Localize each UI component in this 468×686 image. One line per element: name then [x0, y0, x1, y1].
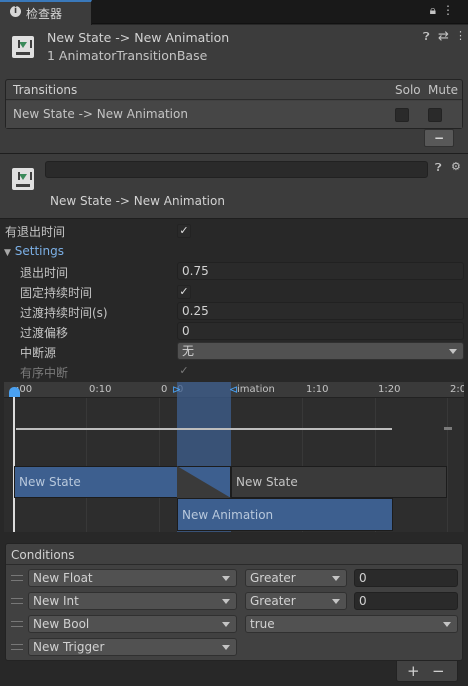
tick-label: 1:10	[306, 384, 329, 395]
condition-value-field[interactable]: 0	[354, 569, 458, 587]
drag-handle[interactable]	[11, 575, 23, 581]
inspector-header: New State -> New Animation 1 AnimatorTra…	[0, 25, 468, 73]
mute-label: Mute	[428, 83, 459, 97]
interruption-source-dropdown[interactable]: 无	[177, 342, 464, 360]
condition-parameter-dropdown[interactable]: New Float	[28, 569, 237, 587]
exit-time-field[interactable]: 0.75	[177, 262, 464, 280]
conditions-title: Conditions	[11, 548, 75, 562]
transition-icon	[12, 168, 34, 190]
weight-curve-end	[444, 427, 452, 430]
transition-row[interactable]: New State -> New Animation	[6, 101, 462, 128]
transitions-header: Transitions Solo Mute	[6, 80, 462, 100]
transitions-section: Transitions Solo Mute New State -> New A…	[0, 73, 468, 153]
duration-label: 过渡持续时间(s)	[20, 306, 108, 320]
add-condition-button[interactable]: +	[407, 662, 420, 680]
grid-line	[159, 398, 160, 532]
interruption-source-label: 中断源	[20, 346, 57, 360]
drag-handle[interactable]	[11, 621, 23, 627]
offset-field[interactable]: 0	[177, 322, 464, 340]
fixed-duration-label: 固定持续时间	[20, 286, 93, 300]
tick-label: 0:10	[89, 384, 112, 395]
transition-name-field[interactable]	[45, 161, 428, 178]
divider	[0, 218, 468, 219]
conditions-header: Conditions	[6, 544, 462, 565]
transition-row-label: New State -> New Animation	[13, 107, 188, 121]
tab-bar: i 检查器 🔒︎⋮	[0, 0, 468, 25]
destination-state-label: New Animation	[182, 508, 274, 522]
help-icon[interactable]: ❓︎	[423, 30, 430, 44]
drag-handle[interactable]	[11, 644, 23, 650]
ordered-interruption-label: 有序中断	[20, 366, 69, 380]
conditions-list: Conditions New Float Greater 0 New Int G…	[5, 543, 463, 661]
has-exit-time-label: 有退出时间	[5, 225, 66, 239]
grid-line	[447, 398, 448, 532]
mute-checkbox[interactable]	[428, 108, 442, 122]
info-icon: i	[10, 6, 21, 17]
transitions-list: Transitions Solo Mute New State -> New A…	[5, 79, 463, 129]
conditions-footer: + −	[396, 661, 458, 682]
tick-label: 0	[161, 384, 168, 395]
remove-condition-button[interactable]: −	[432, 662, 445, 680]
transition-title: New State -> New Animation	[50, 194, 225, 208]
condition-parameter-dropdown[interactable]: New Bool	[28, 615, 237, 633]
source-state-label-2: New State	[236, 475, 298, 489]
menu-icon[interactable]: ⋮	[442, 3, 460, 17]
transition-end-marker-icon[interactable]: ⊲	[229, 383, 238, 396]
transition-timeline[interactable]: :00 0:10 0 0 imation 1:10 1:20 2:0 ⊳ ⊲ N…	[4, 382, 464, 532]
weight-curve	[16, 428, 392, 430]
condition-mode-dropdown[interactable]: Greater	[245, 569, 347, 587]
settings-foldout-label: Settings	[14, 244, 64, 258]
transition-header: ❓︎ ⚙︎ New State -> New Animation	[0, 154, 468, 218]
header-title: New State -> New Animation	[47, 30, 230, 45]
exit-time-label: 退出时间	[20, 266, 69, 280]
playhead-line	[13, 397, 15, 532]
menu-icon[interactable]: ⋮	[455, 29, 466, 42]
foldout-arrow-icon: ▼	[4, 248, 11, 258]
solo-label: Solo	[395, 83, 421, 97]
has-exit-time-checkbox[interactable]: ✓	[177, 224, 191, 238]
preset-icon[interactable]: ⇄	[438, 29, 449, 44]
transition-start-marker-icon[interactable]: ⊳	[172, 383, 181, 396]
condition-mode-dropdown[interactable]: true	[245, 615, 458, 633]
destination-state-bar[interactable]: New Animation	[177, 498, 393, 531]
lock-icon[interactable]: 🔒︎	[430, 3, 442, 17]
tab-title: 检查器	[26, 7, 63, 21]
source-state-label: New State	[19, 475, 81, 489]
gear-icon[interactable]: ⚙︎	[451, 160, 461, 173]
tick-label: 1:20	[378, 384, 401, 395]
exit-time-marker[interactable]	[9, 387, 20, 397]
header-subtitle: 1 AnimatorTransitionBase	[47, 48, 208, 63]
condition-parameter-dropdown[interactable]: New Trigger	[28, 638, 237, 656]
window-controls: 🔒︎⋮	[430, 3, 460, 18]
solo-checkbox[interactable]	[395, 108, 409, 122]
help-icon[interactable]: ❓︎	[435, 161, 442, 175]
condition-value-field[interactable]: 0	[354, 592, 458, 610]
tick-label: 2:0	[450, 384, 464, 395]
blend-triangle	[177, 466, 231, 498]
duration-field[interactable]: 0.25	[177, 302, 464, 320]
grid-line	[86, 398, 87, 532]
fixed-duration-checkbox[interactable]: ✓	[177, 285, 191, 299]
transitions-title: Transitions	[13, 83, 78, 97]
condition-mode-dropdown[interactable]: Greater	[245, 592, 347, 610]
remove-transition-button[interactable]: −	[424, 129, 454, 147]
source-state-bar-2[interactable]: New State	[231, 466, 447, 498]
settings-foldout[interactable]: ▼ Settings	[4, 244, 64, 258]
tab-inspector[interactable]: i 检查器	[0, 0, 92, 25]
ordered-interruption-checkbox: ✓	[179, 364, 189, 377]
drag-handle[interactable]	[11, 598, 23, 604]
condition-parameter-dropdown[interactable]: New Int	[28, 592, 237, 610]
offset-label: 过渡偏移	[20, 326, 69, 340]
tick-label-partial: imation	[237, 384, 275, 395]
transition-icon	[12, 36, 34, 58]
